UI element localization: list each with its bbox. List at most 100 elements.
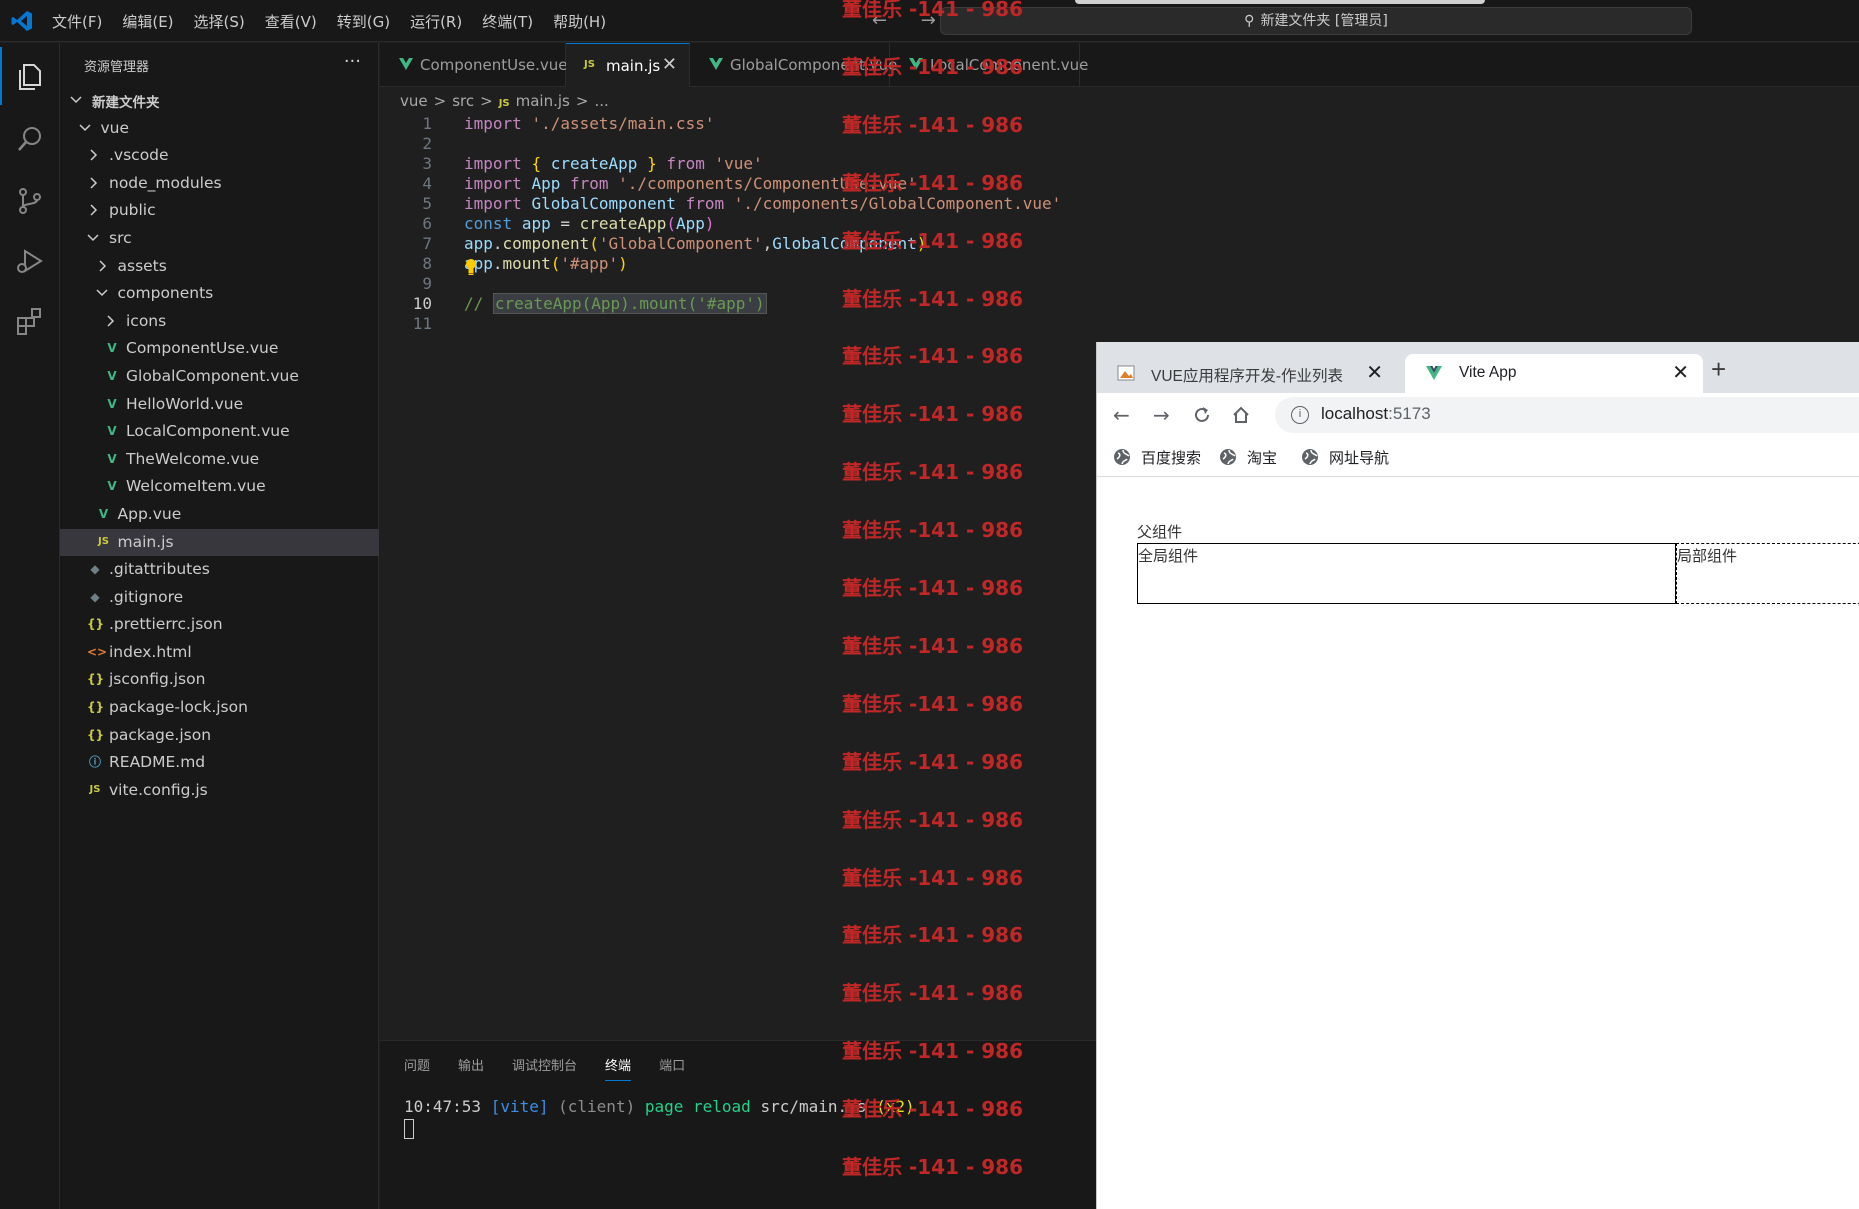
- home-icon[interactable]: [1231, 405, 1251, 425]
- panel-tab[interactable]: 终端: [605, 1055, 632, 1081]
- tree-item[interactable]: V HelloWorld.vue: [60, 391, 379, 419]
- run-debug-activity[interactable]: [0, 231, 60, 289]
- panel-tab[interactable]: 调试控制台: [512, 1055, 577, 1081]
- tree-item[interactable]: JS main.js: [60, 528, 379, 557]
- chevron-right-icon: [90, 177, 98, 189]
- menu-help[interactable]: 帮助(H): [553, 11, 606, 32]
- tree-item[interactable]: {} jsconfig.json: [60, 666, 379, 694]
- tree-item[interactable]: {} .prettierrc.json: [60, 611, 379, 639]
- tree-item[interactable]: V LocalComponent.vue: [60, 418, 379, 446]
- code-line-10[interactable]: // createApp(App).mount('#app'): [464, 293, 767, 314]
- panel-tab[interactable]: 端口: [659, 1055, 685, 1081]
- chevron-right-icon: [90, 204, 98, 216]
- address-bar[interactable]: i localhost:5173: [1275, 397, 1859, 433]
- web-page-content: 父组件 全局组件 局部组件: [1097, 478, 1859, 1209]
- tree-item[interactable]: assets: [60, 253, 379, 281]
- bookmarks-bar: 百度搜索 淘宝 网址导航: [1097, 437, 1859, 477]
- breadcrumb-item[interactable]: vue: [400, 92, 428, 110]
- tree-item[interactable]: ⓘ README.md: [60, 749, 379, 777]
- tree-item-label: vite.config.js: [109, 780, 208, 799]
- code-line-6[interactable]: const app = createApp(App): [464, 214, 715, 233]
- line-number: 9: [422, 274, 432, 293]
- url-host: localhost: [1321, 404, 1389, 423]
- tree-item[interactable]: .vscode: [60, 142, 379, 170]
- search-icon: [18, 127, 41, 151]
- tree-item-label: README.md: [109, 753, 206, 772]
- menu-selection[interactable]: 选择(S): [194, 11, 245, 32]
- chevron-down-icon: [78, 124, 91, 131]
- tree-item[interactable]: V App.vue: [60, 501, 379, 529]
- extensions-activity[interactable]: [0, 291, 60, 349]
- source-control-icon: [19, 188, 41, 214]
- vue-file-icon: V: [107, 451, 117, 466]
- json-file-icon: {}: [87, 672, 105, 687]
- editor-tab[interactable]: JS main.js ✕: [566, 43, 690, 87]
- file-tree: 新建文件夹 vue .vscode node_modulespublic src asse…: [60, 87, 379, 804]
- browser-tab-vite-app[interactable]: Vite App ✕: [1405, 354, 1703, 393]
- command-center[interactable]: ⚲ 新建文件夹 [管理员]: [940, 7, 1692, 35]
- editor-tabs: ComponentUse.vue JS main.js ✕ GlobalComponen…: [380, 43, 1859, 87]
- tree-item[interactable]: {} package.json: [60, 722, 379, 750]
- tree-item[interactable]: <> index.html: [60, 639, 379, 667]
- vue-file-icon: V: [107, 479, 117, 494]
- menu-terminal[interactable]: 终端(T): [482, 11, 533, 32]
- site-info-icon[interactable]: i: [1291, 406, 1309, 424]
- menu-file[interactable]: 文件(F): [52, 11, 102, 32]
- breadcrumb-item[interactable]: main.js: [516, 92, 570, 110]
- panel-tab[interactable]: 输出: [458, 1055, 484, 1081]
- tree-item-label: node_modules: [109, 173, 222, 192]
- back-arrow-icon[interactable]: ←: [1113, 403, 1130, 427]
- code-line-5[interactable]: import GlobalComponent from './component…: [464, 194, 1061, 213]
- close-tab-icon[interactable]: ✕: [1672, 360, 1689, 385]
- tree-item[interactable]: ◆ .gitattributes: [60, 556, 379, 584]
- tree-item[interactable]: ◆ .gitignore: [60, 584, 379, 612]
- source-control-activity[interactable]: [0, 171, 60, 229]
- tree-item[interactable]: 新建文件夹: [60, 87, 379, 115]
- close-tab-icon[interactable]: ✕: [662, 54, 677, 75]
- tree-item-label: .gitignore: [109, 587, 184, 606]
- browser-tab-label: VUE应用程序开发-作业列表: [1151, 368, 1344, 385]
- local-component-label: 局部组件: [1677, 547, 1738, 565]
- command-center-label: 新建文件夹 [管理员]: [1260, 13, 1388, 29]
- breadcrumb-item[interactable]: ...: [594, 92, 608, 110]
- reload-icon[interactable]: [1192, 405, 1212, 425]
- js-file-icon: JS: [89, 783, 101, 795]
- code-line-8[interactable]: app.mount('#app'): [464, 254, 628, 273]
- tree-item[interactable]: JS vite.config.js: [60, 777, 379, 805]
- run-debug-icon: [17, 249, 43, 273]
- menu-go[interactable]: 转到(G): [337, 11, 390, 32]
- tree-item[interactable]: icons: [60, 308, 379, 336]
- code-line-3[interactable]: import { createApp } from 'vue': [464, 154, 763, 173]
- browser-tab-homework[interactable]: VUE应用程序开发-作业列表 ✕: [1097, 354, 1397, 393]
- tree-item[interactable]: {} package-lock.json: [60, 694, 379, 722]
- terminal-output[interactable]: 10:47:53 [vite] (client) page reload src…: [404, 1097, 915, 1116]
- search-activity[interactable]: [0, 109, 60, 167]
- new-tab-button[interactable]: +: [1711, 354, 1726, 385]
- tree-item[interactable]: components: [60, 280, 379, 308]
- menu-edit[interactable]: 编辑(E): [122, 11, 173, 32]
- breadcrumb-item[interactable]: src: [452, 92, 474, 110]
- lightbulb-icon[interactable]: [464, 258, 478, 276]
- tree-item[interactable]: src: [60, 225, 379, 253]
- panel-tab[interactable]: 问题: [404, 1055, 430, 1081]
- editor-tab[interactable]: ComponentUse.vue: [380, 43, 568, 87]
- code-line-1[interactable]: import './assets/main.css': [464, 114, 714, 133]
- close-tab-icon[interactable]: ✕: [1366, 360, 1383, 385]
- line-number: 10: [412, 294, 432, 313]
- tree-item[interactable]: V GlobalComponent.vue: [60, 363, 379, 391]
- tree-item-label: GlobalComponent.vue: [126, 366, 299, 385]
- tree-item-label: assets: [117, 256, 167, 275]
- tree-item[interactable]: vue: [60, 115, 379, 143]
- watermark-text: 董佳乐 -141 - 986: [842, 981, 1023, 1006]
- explorer-activity[interactable]: [0, 47, 60, 105]
- menu-view[interactable]: 查看(V): [265, 11, 317, 32]
- tree-item[interactable]: public: [60, 197, 379, 225]
- tree-item[interactable]: node_modules: [60, 170, 379, 198]
- menu-run[interactable]: 运行(R): [410, 11, 462, 32]
- tree-item[interactable]: V WelcomeItem.vue: [60, 473, 379, 501]
- tree-item[interactable]: V ComponentUse.vue: [60, 335, 379, 363]
- vue-file-icon: V: [107, 368, 117, 383]
- tree-item[interactable]: V TheWelcome.vue: [60, 446, 379, 474]
- more-actions-icon[interactable]: ···: [344, 51, 361, 72]
- forward-arrow-icon[interactable]: →: [1153, 403, 1170, 427]
